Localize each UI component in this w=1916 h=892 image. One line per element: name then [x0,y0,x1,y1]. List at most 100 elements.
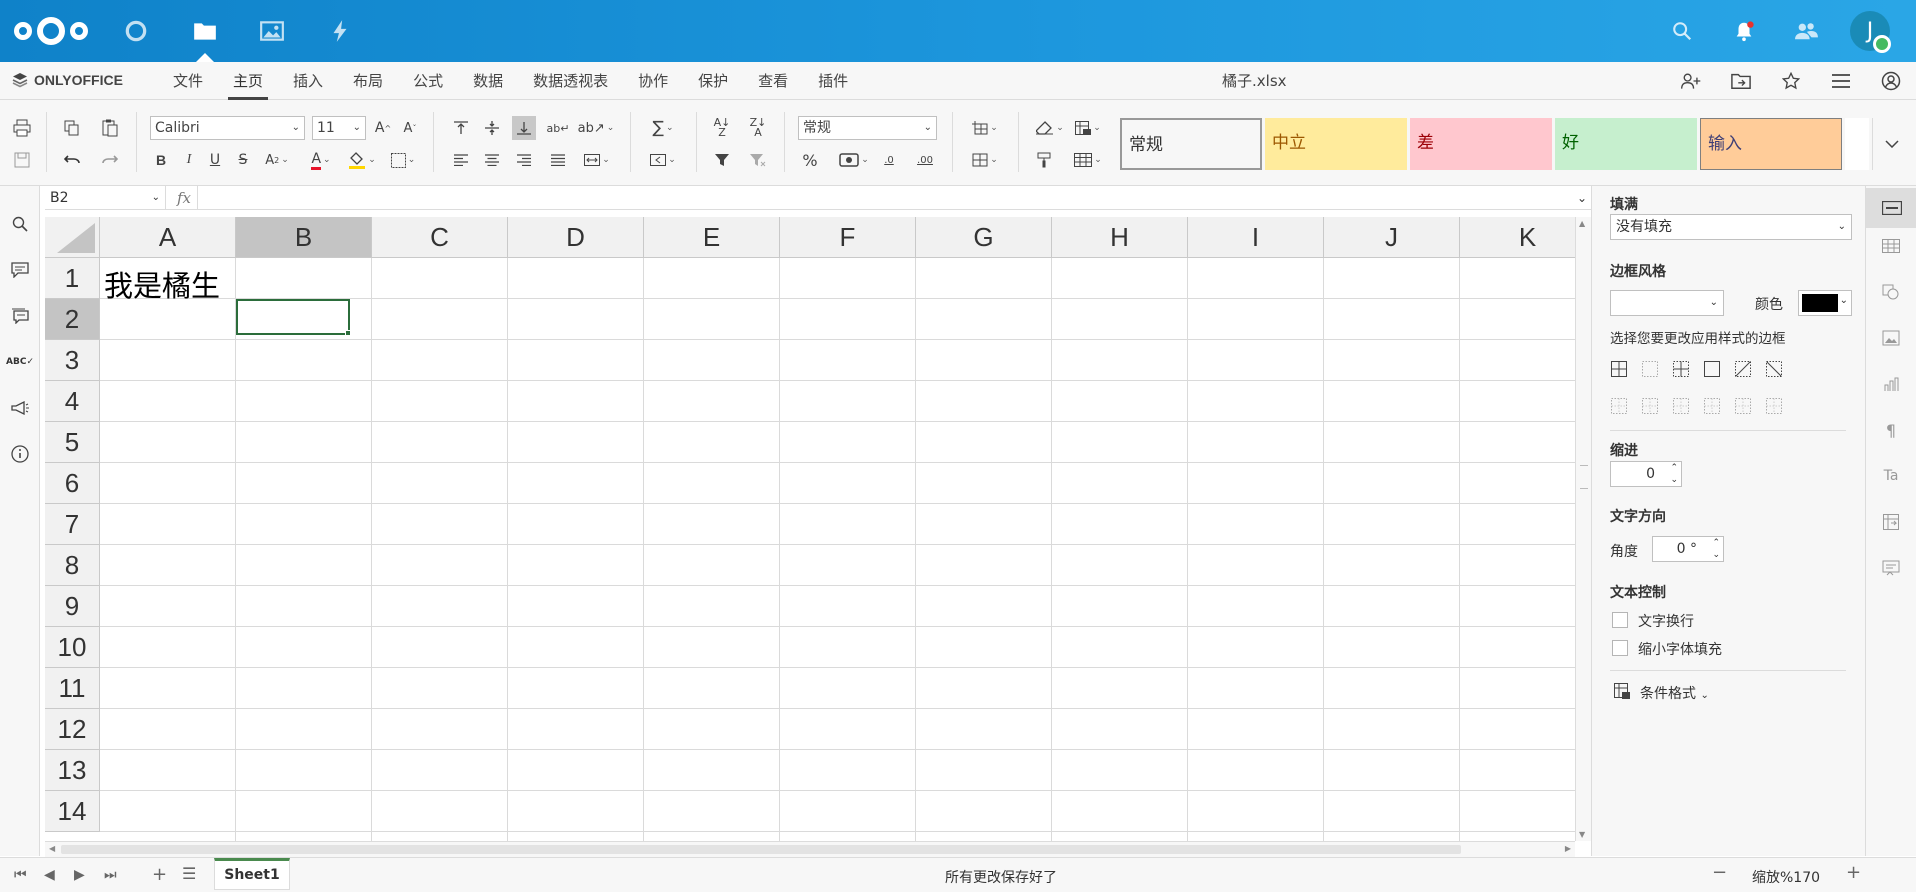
shape-settings-icon[interactable] [1879,280,1903,304]
expand-formula-chevron-icon[interactable]: ⌄ [1577,186,1587,210]
undo-icon[interactable] [60,148,84,172]
column-header-c[interactable]: C [372,217,508,258]
comments-icon[interactable] [8,258,32,282]
scroll-left-arrow-icon[interactable]: ◀ [49,844,55,853]
notifications-icon[interactable] [1728,15,1760,47]
bold-icon[interactable]: B [149,148,173,172]
chat-icon[interactable] [8,304,32,328]
redo-icon[interactable] [98,148,122,172]
wrap-text-icon[interactable]: ab↵ [546,116,570,140]
chart-settings-icon[interactable] [1879,372,1903,396]
align-middle-icon[interactable] [480,116,504,140]
column-header-d[interactable]: D [508,217,644,258]
border-color-picker[interactable]: ⌄ [1798,290,1852,316]
add-user-icon[interactable] [1666,62,1716,100]
scroll-down-arrow-icon[interactable]: ▼ [1579,830,1585,839]
clear-icon[interactable]: ⌄ [1032,116,1068,140]
zoom-in-icon[interactable]: + [1846,862,1861,883]
column-header-a[interactable]: A [100,217,236,258]
formula-input[interactable] [201,186,1571,210]
add-sheet-icon[interactable]: + [152,864,167,885]
font-name-select[interactable]: Calibri ⌄ [150,116,305,140]
column-header-i[interactable]: I [1188,217,1324,258]
activity-icon[interactable] [322,13,358,49]
user-profile-icon[interactable] [1866,62,1916,100]
text-orientation-icon[interactable]: ab↗ ⌄ [578,116,615,140]
angle-spinner[interactable]: 0 ° ⌃ ⌄ [1652,536,1724,562]
underline-icon[interactable]: U [203,148,227,172]
row-header-6[interactable]: 6 [45,463,100,504]
row-header-12[interactable]: 12 [45,709,100,750]
italic-icon[interactable]: I [177,148,201,172]
inner-horizontal-border-icon[interactable] [1734,397,1754,417]
search-icon[interactable] [1666,15,1698,47]
tab-pivot-table[interactable]: 数据透视表 [518,62,623,100]
scroll-right-arrow-icon[interactable]: ▶ [1565,844,1571,853]
justify-icon[interactable] [546,148,570,172]
borders-icon[interactable]: ⌄ [386,148,420,172]
pivot-settings-icon[interactable] [1879,510,1903,534]
print-icon[interactable] [10,116,34,140]
sheet-tab[interactable]: Sheet1 [214,858,290,890]
wrap-text-checkbox[interactable] [1612,612,1628,628]
nextcloud-logo[interactable] [12,14,90,48]
cell-settings-icon[interactable] [1866,188,1916,228]
spinner-arrows-icon[interactable]: ⌃ ⌄ [1712,537,1720,561]
column-header-h[interactable]: H [1052,217,1188,258]
increase-decimal-icon[interactable]: .00 [912,148,938,172]
tab-collaboration[interactable]: 协作 [623,62,683,100]
favorite-star-icon[interactable] [1766,62,1816,100]
cell-style-good[interactable]: 好 [1555,118,1697,170]
row-header-2[interactable]: 2 [45,299,100,340]
right-border-icon[interactable] [1672,397,1692,417]
row-header-4[interactable]: 4 [45,381,100,422]
sheet-list-icon[interactable]: ☰ [182,864,196,883]
subscript-icon[interactable]: A 2 ⌄ [260,148,294,172]
feedback-megaphone-icon[interactable] [8,396,32,420]
sort-ascending-icon[interactable]: A↓ Z [710,116,734,140]
inner-vertical-border-icon[interactable] [1641,397,1661,417]
all-borders-icon[interactable] [1610,360,1630,380]
horizontal-scrollbar[interactable]: ◀ ▶ [45,841,1575,857]
increase-font-icon[interactable]: A ^ [371,116,395,140]
spreadsheet-grid[interactable]: ABCDEFGHIJK 1 2 3 4 5 6 7 8 9 10 11 12 13 14 我是橘生 [45,217,1575,841]
open-location-icon[interactable] [1716,62,1766,100]
align-center-icon[interactable] [480,148,504,172]
autosum-icon[interactable]: ∑ ⌄ [646,116,680,140]
paragraph-settings-icon[interactable]: ¶ [1879,418,1903,442]
scroll-up-arrow-icon[interactable]: ▲ [1579,219,1585,228]
copy-icon[interactable] [60,116,84,140]
sort-descending-icon[interactable]: Z↓ A [746,116,770,140]
align-top-icon[interactable] [449,116,473,140]
merge-cells-icon[interactable]: ⌄ [580,148,614,172]
spellcheck-icon[interactable]: ABC✓ [6,350,34,374]
top-border-icon[interactable] [1703,397,1723,417]
conditional-format-button[interactable]: 条件格式 ⌄ [1640,683,1709,703]
conditional-format-icon[interactable]: ⌄ [1070,116,1106,140]
bottom-border-icon[interactable] [1765,397,1785,417]
tab-home[interactable]: 主页 [218,62,278,100]
tab-insert[interactable]: 插入 [278,62,338,100]
inner-borders-icon[interactable] [1641,360,1661,380]
tab-plugins[interactable]: 插件 [803,62,863,100]
decrease-font-icon[interactable]: Aˇ [398,116,422,140]
left-border-icon[interactable] [1610,397,1630,417]
number-format-select[interactable]: 常规 ⌄ [798,116,937,140]
horizontal-scroll-thumb[interactable] [61,845,1461,854]
row-header-13[interactable]: 13 [45,750,100,791]
column-header-f[interactable]: F [780,217,916,258]
dashboard-icon[interactable] [118,13,154,49]
row-header-7[interactable]: 7 [45,504,100,545]
search-icon[interactable] [8,212,32,236]
last-sheet-icon[interactable]: ⏭ [104,867,117,883]
inner-cross-borders-icon[interactable] [1672,360,1692,380]
align-right-icon[interactable] [512,148,536,172]
fill-select[interactable]: 没有填充 ⌄ [1610,214,1852,240]
next-sheet-icon[interactable]: ▶ [74,867,85,883]
format-painter-icon[interactable] [1032,148,1056,172]
vertical-scroll-thumb[interactable] [1580,465,1588,489]
column-header-j[interactable]: J [1324,217,1460,258]
cell-A1[interactable]: 我是橘生 [104,263,220,305]
row-header-1[interactable]: 1 [45,258,100,299]
filter-icon[interactable] [710,148,734,172]
